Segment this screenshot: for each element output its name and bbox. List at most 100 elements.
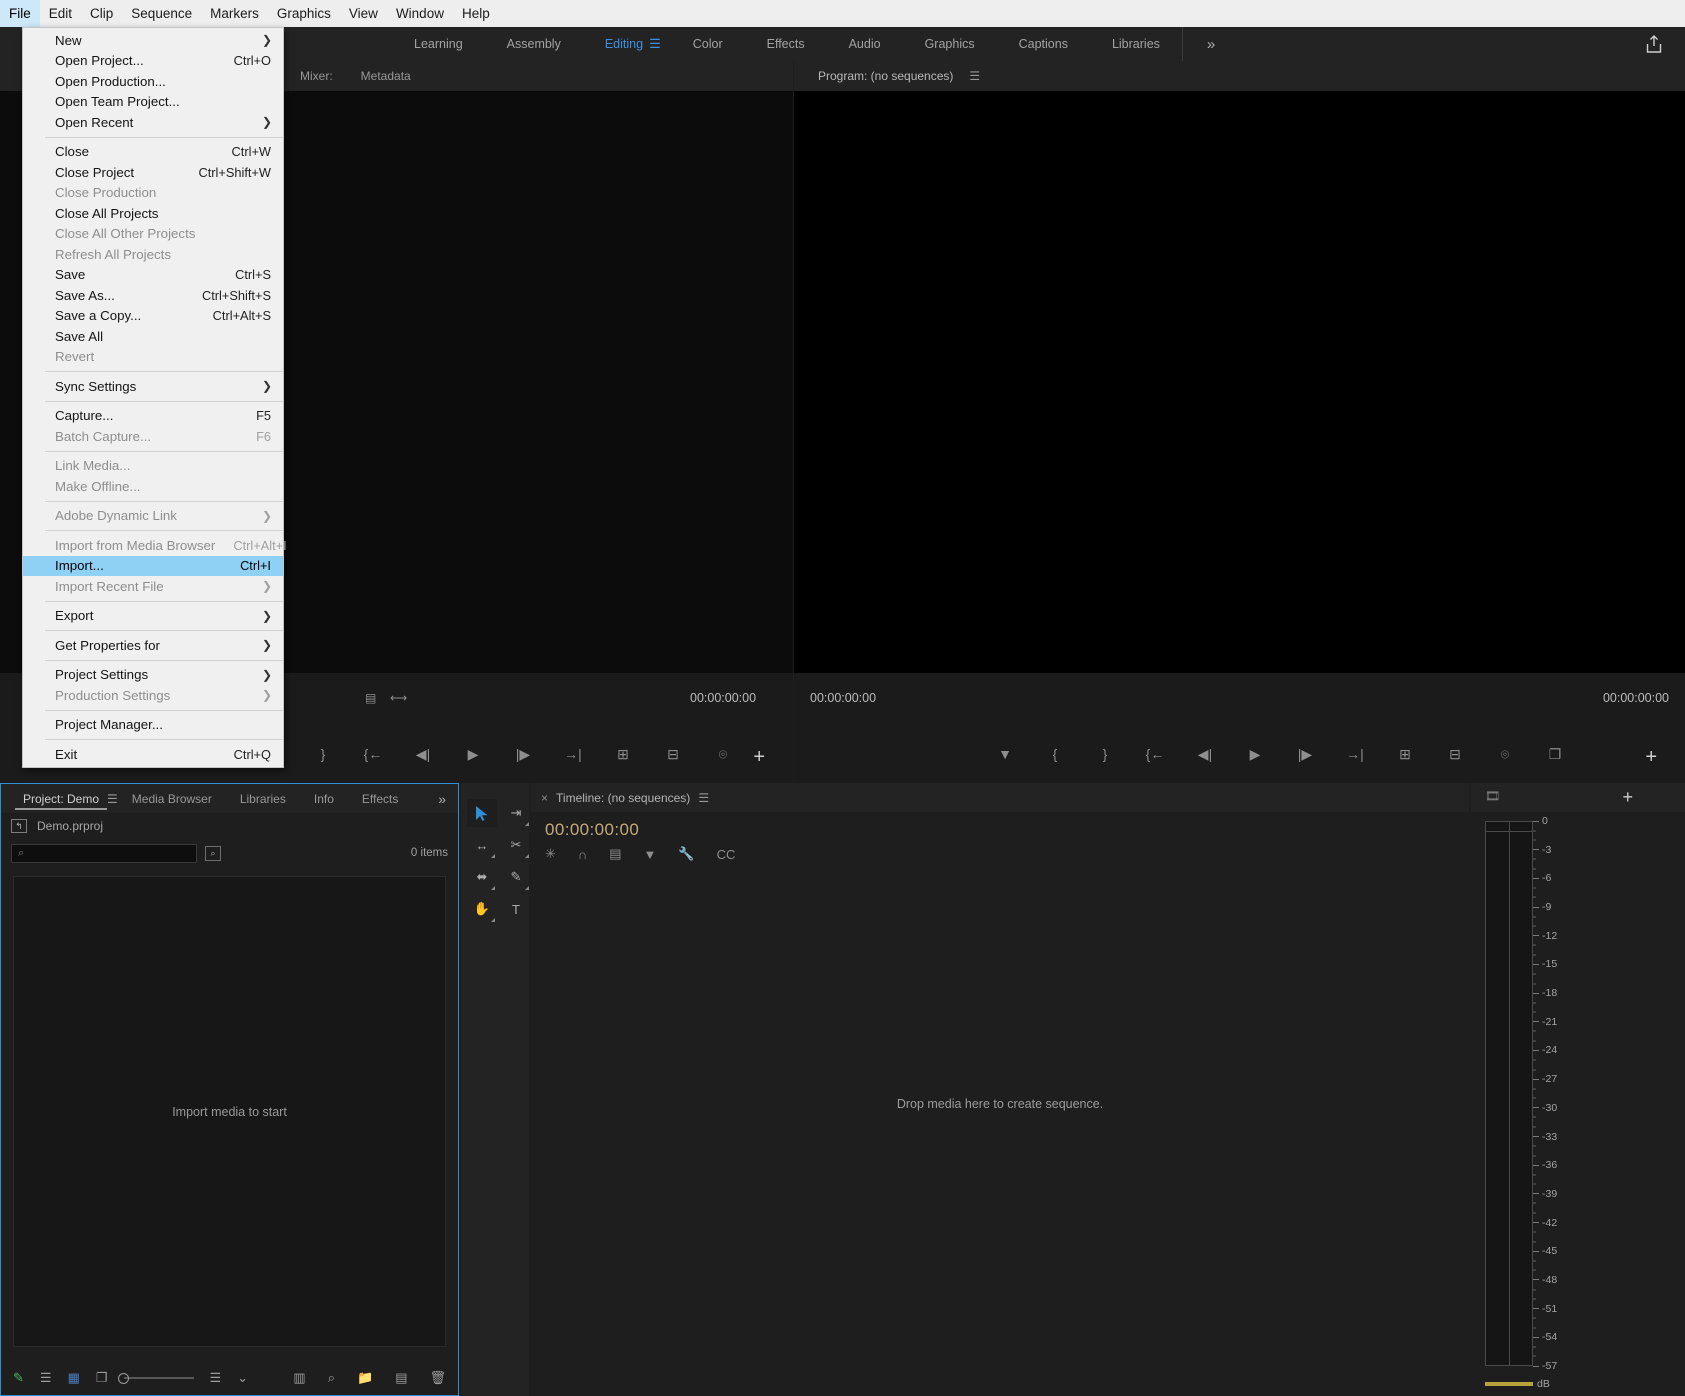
new-item-icon[interactable]: ▤ bbox=[395, 1370, 407, 1386]
sort-icon[interactable]: ☰ bbox=[210, 1370, 222, 1386]
lift-icon[interactable]: ⊞ bbox=[1394, 746, 1416, 763]
workspace-menu-icon[interactable]: ☰ bbox=[649, 27, 671, 61]
film-strip-icon[interactable]: 🎞 bbox=[1485, 789, 1500, 803]
play-icon[interactable]: ▶ bbox=[1244, 746, 1266, 763]
menu-item-open-production[interactable]: Open Production... bbox=[23, 71, 283, 92]
comparison-view-icon[interactable]: ❐ bbox=[1544, 746, 1566, 763]
menu-item-sync-settings[interactable]: Sync Settings❯ bbox=[23, 376, 283, 397]
menu-item-import[interactable]: Import...Ctrl+I bbox=[23, 556, 283, 577]
source-duration-icon[interactable]: ⟷ bbox=[390, 691, 407, 705]
source-button-editor-icon[interactable]: + bbox=[753, 746, 765, 769]
step-forward-icon[interactable]: |▶ bbox=[512, 746, 534, 763]
menubar-item-help[interactable]: Help bbox=[453, 0, 499, 27]
tab-program[interactable]: Program: (no sequences) bbox=[804, 69, 967, 83]
sort-chevron-icon[interactable]: ⌄ bbox=[237, 1370, 248, 1386]
menu-item-close[interactable]: CloseCtrl+W bbox=[23, 142, 283, 163]
timeline-drop-area[interactable]: Drop media here to create sequence. bbox=[531, 812, 1469, 1396]
menu-item-close-all-projects[interactable]: Close All Projects bbox=[23, 203, 283, 224]
zoom-slider[interactable] bbox=[124, 1377, 194, 1379]
selection-tool-icon[interactable] bbox=[467, 799, 497, 827]
go-to-out-icon[interactable]: →| bbox=[562, 746, 584, 762]
source-timecode-left[interactable]: 00:00:00:00 bbox=[690, 691, 756, 705]
new-bin-pen-icon[interactable]: ✎ bbox=[13, 1370, 24, 1386]
program-timecode-left[interactable]: 00:00:00:00 bbox=[810, 691, 876, 705]
freeform-view-icon[interactable]: ❐ bbox=[96, 1370, 108, 1386]
menu-item-open-project[interactable]: Open Project...Ctrl+O bbox=[23, 51, 283, 72]
menu-item-save[interactable]: SaveCtrl+S bbox=[23, 265, 283, 286]
step-back-icon[interactable]: ◀| bbox=[412, 746, 434, 763]
menubar-item-graphics[interactable]: Graphics bbox=[268, 0, 340, 27]
find-icon[interactable]: ⌕ bbox=[328, 1370, 335, 1386]
menubar-item-markers[interactable]: Markers bbox=[201, 0, 268, 27]
program-panel-menu-icon[interactable]: ☰ bbox=[967, 69, 980, 83]
mark-out-icon[interactable]: } bbox=[312, 746, 334, 762]
mark-in-icon[interactable]: { bbox=[1044, 746, 1066, 762]
play-icon[interactable]: ▶ bbox=[462, 746, 484, 763]
close-icon[interactable]: × bbox=[541, 791, 548, 805]
menu-item-project-settings[interactable]: Project Settings❯ bbox=[23, 665, 283, 686]
pen-tool-icon[interactable]: ✎ bbox=[501, 863, 531, 891]
workspace-tab-libraries[interactable]: Libraries bbox=[1090, 27, 1182, 61]
track-select-forward-tool-icon[interactable]: ⇥ bbox=[501, 799, 531, 827]
delete-icon[interactable]: 🗑 bbox=[429, 1370, 446, 1386]
step-back-icon[interactable]: ◀| bbox=[1194, 746, 1216, 763]
menubar-item-sequence[interactable]: Sequence bbox=[122, 0, 201, 27]
new-bin-icon[interactable]: 📁 bbox=[357, 1370, 373, 1386]
insert-icon[interactable]: ⊞ bbox=[612, 746, 634, 763]
menu-item-exit[interactable]: ExitCtrl+Q bbox=[23, 744, 283, 765]
project-tab-effects[interactable]: Effects bbox=[348, 792, 412, 806]
step-forward-icon[interactable]: |▶ bbox=[1294, 746, 1316, 763]
menubar-item-window[interactable]: Window bbox=[387, 0, 453, 27]
menubar-item-view[interactable]: View bbox=[340, 0, 387, 27]
workspace-tab-learning[interactable]: Learning bbox=[392, 27, 485, 61]
project-tab-libraries[interactable]: Libraries bbox=[226, 792, 300, 806]
mark-out-icon[interactable]: } bbox=[1094, 746, 1116, 762]
menubar-item-clip[interactable]: Clip bbox=[81, 0, 122, 27]
go-to-in-icon[interactable]: {← bbox=[1144, 746, 1166, 762]
ripple-edit-tool-icon[interactable]: ↔ bbox=[467, 831, 497, 859]
project-tab-info[interactable]: Info bbox=[300, 792, 348, 806]
menu-item-get-properties-for[interactable]: Get Properties for❯ bbox=[23, 635, 283, 656]
workspace-tab-audio[interactable]: Audio bbox=[827, 27, 903, 61]
project-empty-area[interactable]: Import media to start bbox=[13, 876, 446, 1347]
menubar-item-edit[interactable]: Edit bbox=[40, 0, 81, 27]
workspace-tab-color[interactable]: Color bbox=[671, 27, 745, 61]
export-frame-icon[interactable]: ⌾ bbox=[1494, 746, 1516, 763]
extract-icon[interactable]: ⊟ bbox=[1444, 746, 1466, 763]
share-icon[interactable] bbox=[1645, 35, 1663, 54]
tab-metadata[interactable]: Metadata bbox=[347, 69, 425, 83]
menu-item-open-team-project[interactable]: Open Team Project... bbox=[23, 92, 283, 113]
project-tab-project-demo[interactable]: Project: Demo bbox=[9, 792, 113, 806]
audio-plus-icon[interactable]: + bbox=[1622, 787, 1633, 808]
timeline-title[interactable]: Timeline: (no sequences) bbox=[556, 791, 690, 805]
slip-tool-icon[interactable]: ⬌ bbox=[467, 863, 497, 891]
menu-item-save-all[interactable]: Save All bbox=[23, 326, 283, 347]
automate-to-sequence-icon[interactable]: ▥ bbox=[293, 1370, 305, 1386]
workspace-overflow-icon[interactable]: » bbox=[1183, 27, 1239, 61]
timeline-menu-icon[interactable]: ☰ bbox=[698, 791, 709, 805]
menu-item-save-as[interactable]: Save As...Ctrl+Shift+S bbox=[23, 285, 283, 306]
filter-bin-icon[interactable]: ⌕ bbox=[205, 846, 221, 861]
workspace-tab-assembly[interactable]: Assembly bbox=[485, 27, 583, 61]
list-view-icon[interactable]: ☰ bbox=[40, 1370, 52, 1386]
navigate-up-icon[interactable]: ↰ bbox=[11, 819, 27, 833]
menu-item-close-project[interactable]: Close ProjectCtrl+Shift+W bbox=[23, 162, 283, 183]
workspace-tab-effects[interactable]: Effects bbox=[745, 27, 827, 61]
menu-item-export[interactable]: Export❯ bbox=[23, 606, 283, 627]
overwrite-icon[interactable]: ⊟ bbox=[662, 746, 684, 763]
menu-item-capture[interactable]: Capture...F5 bbox=[23, 406, 283, 427]
project-tabs-overflow-icon[interactable]: » bbox=[438, 791, 458, 807]
export-frame-icon[interactable]: ⌾ bbox=[712, 746, 734, 763]
audio-meter-bars[interactable] bbox=[1485, 821, 1533, 1366]
program-timecode-right[interactable]: 00:00:00:00 bbox=[1603, 691, 1669, 705]
program-video-stage[interactable] bbox=[794, 91, 1685, 673]
hand-tool-icon[interactable]: ✋ bbox=[467, 895, 497, 923]
menubar-item-file[interactable]: File bbox=[0, 0, 40, 27]
workspace-tab-graphics[interactable]: Graphics bbox=[903, 27, 997, 61]
menu-item-save-a-copy[interactable]: Save a Copy...Ctrl+Alt+S bbox=[23, 306, 283, 327]
project-tab-media-browser[interactable]: Media Browser bbox=[118, 792, 226, 806]
workspace-tab-captions[interactable]: Captions bbox=[997, 27, 1090, 61]
program-button-editor-icon[interactable]: + bbox=[1645, 746, 1657, 769]
menu-item-project-manager[interactable]: Project Manager... bbox=[23, 715, 283, 736]
file-menu-dropdown[interactable]: New❯Open Project...Ctrl+OOpen Production… bbox=[22, 27, 284, 768]
